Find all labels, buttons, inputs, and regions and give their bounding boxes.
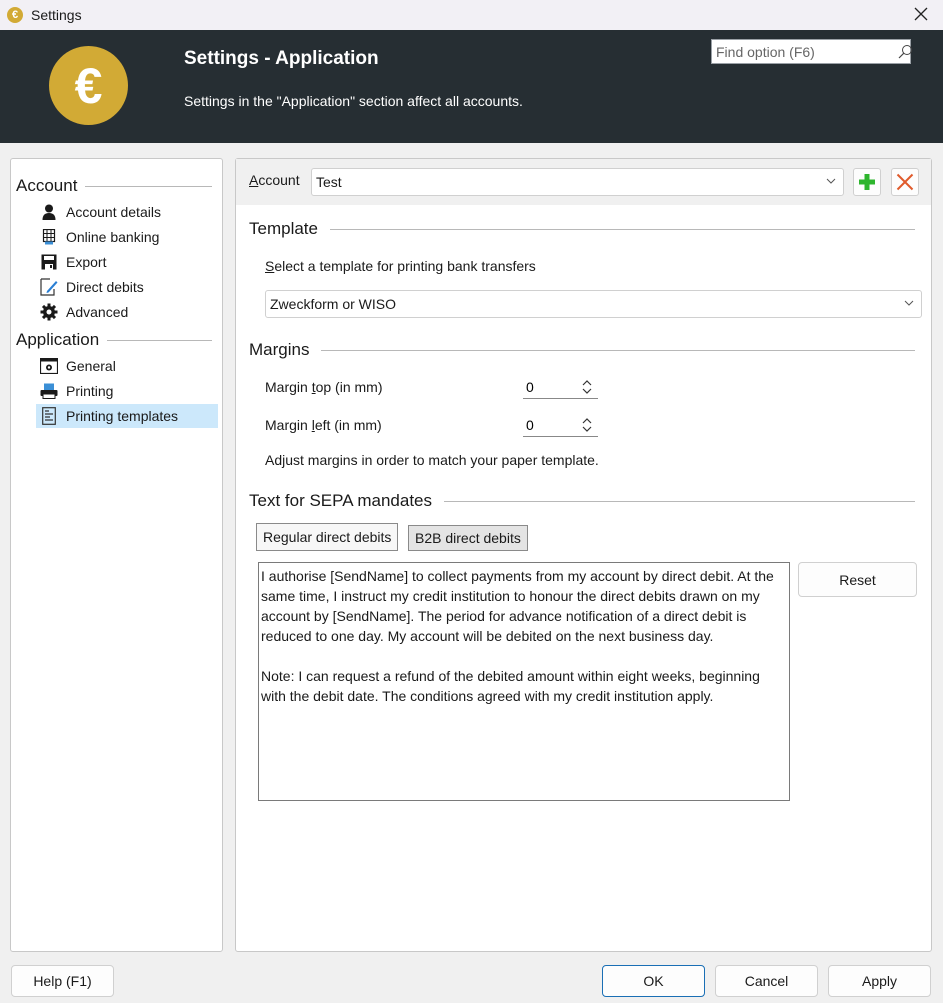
account-label: Account <box>249 172 300 188</box>
mandate-text-area[interactable] <box>258 562 790 801</box>
plus-icon <box>859 174 875 190</box>
account-bar: Account Test <box>236 159 931 205</box>
sidebar-group-account: Account <box>16 176 212 196</box>
divider <box>85 185 212 187</box>
margin-left-input[interactable] <box>526 416 576 433</box>
template-prompt-label: Select a template for printing bank tran… <box>265 258 536 274</box>
floppy-disk-icon <box>40 253 58 271</box>
sidebar-item-label: Account details <box>66 204 161 220</box>
template-document-icon <box>40 407 58 425</box>
keypad-icon <box>40 228 58 246</box>
settings-sidebar: Account Account details Online banking E… <box>10 158 223 952</box>
delete-account-button[interactable] <box>891 168 919 196</box>
sidebar-item-label: Printing templates <box>66 408 179 424</box>
template-dropdown-value: Zweckform or WISO <box>270 296 397 312</box>
settings-header: € Settings - Application Settings in the… <box>0 30 943 143</box>
window-title: Settings <box>31 7 82 23</box>
find-option-search <box>711 39 913 64</box>
close-window-button[interactable] <box>909 2 933 26</box>
sidebar-group-label: Application <box>16 330 100 349</box>
window-gear-icon <box>40 357 58 375</box>
margins-hint: Adjust margins in order to match your pa… <box>265 452 599 468</box>
template-section-heading: Template <box>249 219 915 239</box>
divider <box>329 228 915 230</box>
sidebar-item-label: Advanced <box>66 304 129 320</box>
help-button[interactable]: Help (F1) <box>11 965 114 997</box>
sidebar-item-advanced[interactable]: Advanced <box>36 300 218 324</box>
divider <box>444 500 915 502</box>
app-euro-icon: € <box>7 7 23 23</box>
sidebar-group-label: Account <box>16 176 78 195</box>
tab-regular-direct-debits[interactable]: Regular direct debits <box>256 523 399 551</box>
sidebar-group-application: Application <box>16 330 212 350</box>
add-account-button[interactable] <box>853 168 881 196</box>
settings-content-panel: Account Test Template Select a template … <box>235 158 932 952</box>
margin-left-label: Margin left (in mm) <box>265 417 382 433</box>
account-dropdown[interactable]: Test <box>311 168 844 196</box>
cancel-button[interactable]: Cancel <box>715 965 818 997</box>
euro-logo-icon: € <box>49 46 128 125</box>
search-icon[interactable] <box>897 41 913 63</box>
find-option-input[interactable] <box>712 41 897 62</box>
margin-top-spinbox <box>523 375 598 399</box>
close-icon <box>896 173 914 191</box>
margin-left-spinbox <box>523 413 598 437</box>
spin-arrows-icon[interactable] <box>581 378 593 396</box>
divider <box>107 339 212 341</box>
sidebar-item-printing[interactable]: Printing <box>36 379 218 403</box>
tab-b2b-direct-debits[interactable]: B2B direct debits <box>408 525 528 551</box>
ok-button[interactable]: OK <box>602 965 705 997</box>
sidebar-item-account-details[interactable]: Account details <box>36 200 218 224</box>
sepa-section-heading: Text for SEPA mandates <box>249 491 915 511</box>
gear-icon <box>40 303 58 321</box>
chevron-down-icon <box>826 178 836 184</box>
spin-arrows-icon[interactable] <box>581 416 593 434</box>
margin-top-label: Margin top (in mm) <box>265 379 383 395</box>
document-pen-icon <box>40 278 58 296</box>
page-subtitle: Settings in the "Application" section af… <box>184 93 523 109</box>
window-titlebar: € Settings <box>0 0 943 30</box>
page-title: Settings - Application <box>184 48 379 69</box>
sidebar-item-direct-debits[interactable]: Direct debits <box>36 275 218 299</box>
chevron-down-icon <box>904 300 914 306</box>
margins-section-heading: Margins <box>249 340 915 360</box>
close-icon <box>914 7 928 21</box>
person-icon <box>40 203 58 221</box>
sidebar-item-export[interactable]: Export <box>36 250 218 274</box>
reset-button[interactable]: Reset <box>798 562 917 597</box>
margin-top-input[interactable] <box>526 378 576 395</box>
apply-button[interactable]: Apply <box>828 965 931 997</box>
divider <box>321 349 915 351</box>
sidebar-item-label: Export <box>66 254 107 270</box>
sidebar-item-label: Direct debits <box>66 279 144 295</box>
sidebar-item-label: Printing <box>66 383 114 399</box>
sidebar-item-label: Online banking <box>66 229 160 245</box>
account-dropdown-value: Test <box>316 174 342 190</box>
sidebar-item-online-banking[interactable]: Online banking <box>36 225 218 249</box>
template-dropdown[interactable]: Zweckform or WISO <box>265 290 922 318</box>
sidebar-item-general[interactable]: General <box>36 354 218 378</box>
sidebar-item-label: General <box>66 358 116 374</box>
sidebar-item-printing-templates[interactable]: Printing templates <box>36 404 218 428</box>
printer-icon <box>40 382 58 400</box>
